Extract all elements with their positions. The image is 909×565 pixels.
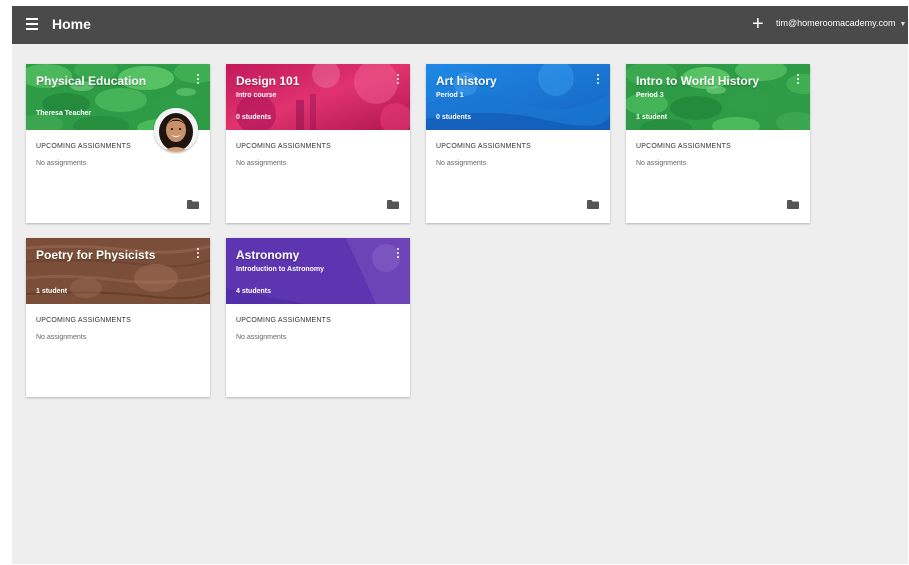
student-count: 0 students [436, 114, 472, 121]
class-card-body: UPCOMING ASSIGNMENTS No assignments [26, 130, 210, 223]
class-card-body: UPCOMING ASSIGNMENTS No assignments [226, 130, 410, 223]
student-count: 4 students [236, 288, 272, 295]
upcoming-assignments-label: UPCOMING ASSIGNMENTS [36, 143, 132, 150]
class-card-header[interactable]: Design 101 Intro course 0 students [226, 64, 410, 130]
class-section: Intro course [236, 92, 277, 99]
upcoming-assignments-label: UPCOMING ASSIGNMENTS [436, 143, 532, 150]
account-switcher[interactable]: tim@homeroomacademy.com ▼ [776, 18, 906, 28]
more-vert-icon[interactable] [396, 248, 400, 260]
class-name: Poetry for Physicists [36, 248, 156, 262]
class-section: Period 1 [436, 92, 464, 99]
more-vert-icon[interactable] [196, 74, 200, 86]
class-card-art-history: Art history Period 1 0 students UPCOMING… [426, 64, 610, 223]
class-card-body: UPCOMING ASSIGNMENTS No assignments [426, 130, 610, 223]
upcoming-assignments-label: UPCOMING ASSIGNMENTS [236, 317, 332, 324]
upcoming-assignments-label: UPCOMING ASSIGNMENTS [236, 143, 332, 150]
class-card-header[interactable]: Poetry for Physicists 1 student [26, 238, 210, 304]
more-vert-icon[interactable] [596, 74, 600, 86]
class-card-body: UPCOMING ASSIGNMENTS No assignments [26, 304, 210, 397]
page-title: Home [52, 16, 91, 32]
class-section: Introduction to Astronomy [236, 266, 325, 273]
chevron-down-icon: ▼ [899, 21, 907, 28]
class-card-poetry-for-physicists: Poetry for Physicists 1 student UPCOMING… [26, 238, 210, 397]
no-assignments-text: No assignments [236, 160, 287, 167]
student-count: 1 student [636, 114, 668, 121]
class-name: Astronomy [236, 248, 300, 262]
class-name: Design 101 [236, 74, 300, 88]
class-card-astronomy: Astronomy Introduction to Astronomy 4 st… [226, 238, 410, 397]
class-card-intro-to-world-history: Intro to World History Period 3 1 studen… [626, 64, 810, 223]
class-section: Period 3 [636, 92, 664, 99]
student-count: 0 students [236, 114, 272, 121]
add-class-icon[interactable]: + [752, 13, 764, 35]
class-name: Physical Education [36, 74, 147, 88]
class-card-header[interactable]: Intro to World History Period 3 1 studen… [626, 64, 810, 130]
student-count: 1 student [36, 288, 68, 295]
classroom-app: Home + tim@homeroomacademy.com ▼ Physica… [12, 6, 908, 564]
class-card-header[interactable]: Astronomy Introduction to Astronomy 4 st… [226, 238, 410, 304]
no-assignments-text: No assignments [236, 334, 287, 341]
no-assignments-text: No assignments [636, 160, 687, 167]
class-card-body: UPCOMING ASSIGNMENTS No assignments [226, 304, 410, 397]
class-card-header[interactable]: Art history Period 1 0 students [426, 64, 610, 130]
no-assignments-text: No assignments [36, 160, 87, 167]
folder-icon[interactable] [387, 200, 399, 209]
account-email: tim@homeroomacademy.com [776, 18, 896, 28]
class-name: Intro to World History [636, 74, 760, 88]
teacher-name: Theresa Teacher [36, 110, 92, 117]
more-vert-icon[interactable] [796, 74, 800, 86]
folder-icon[interactable] [187, 200, 199, 209]
hamburger-menu-icon[interactable] [26, 18, 38, 32]
more-vert-icon[interactable] [396, 74, 400, 86]
more-vert-icon[interactable] [196, 248, 200, 260]
no-assignments-text: No assignments [36, 334, 87, 341]
folder-icon[interactable] [587, 200, 599, 209]
no-assignments-text: No assignments [436, 160, 487, 167]
upcoming-assignments-label: UPCOMING ASSIGNMENTS [36, 317, 132, 324]
class-card-physical-education: Physical Education Theresa Teacher UPCOM… [26, 64, 210, 223]
class-card-body: UPCOMING ASSIGNMENTS No assignments [626, 130, 810, 223]
folder-icon[interactable] [787, 200, 799, 209]
upcoming-assignments-label: UPCOMING ASSIGNMENTS [636, 143, 732, 150]
class-name: Art history [436, 74, 497, 88]
class-card-design-101: Design 101 Intro course 0 students UPCOM… [226, 64, 410, 223]
top-app-bar: Home + tim@homeroomacademy.com ▼ [12, 6, 908, 44]
